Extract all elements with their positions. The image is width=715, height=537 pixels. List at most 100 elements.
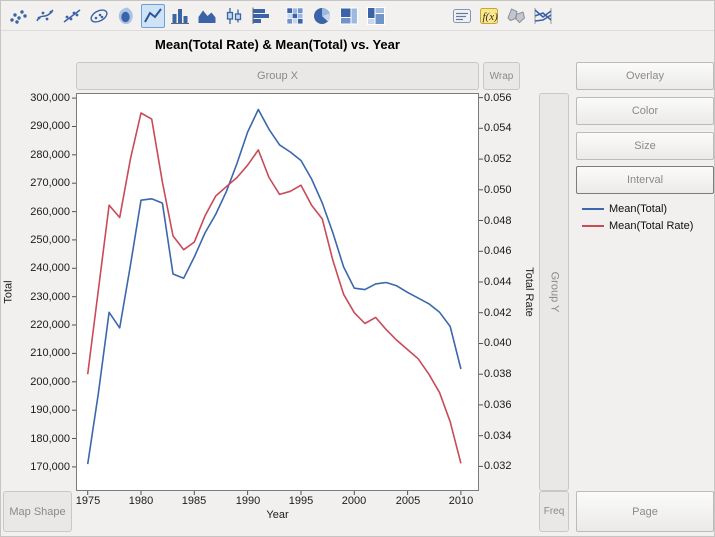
drop-zone-interval-label: Interval	[627, 174, 663, 186]
x-axis-tick-label: 1980	[121, 495, 161, 507]
graph-builder-window: f(x) Mean(Total Rate) & Mean(Total) vs. …	[0, 0, 715, 537]
toolbar-button-line-of-fit[interactable]	[60, 4, 84, 28]
y-axis-right-tick-label: 0.048	[484, 215, 524, 227]
toolbar-button-ellipse[interactable]	[87, 4, 111, 28]
toolbar-button-histogram[interactable]	[249, 4, 273, 28]
y-axis-left-tick-label: 180,000	[1, 433, 70, 445]
toolbar-group-1	[6, 4, 273, 28]
drop-zone-interval[interactable]: Interval	[576, 166, 714, 194]
drop-zone-map-shape-label: Map Shape	[9, 506, 65, 518]
y-axis-right-tick-label: 0.032	[484, 460, 524, 472]
y-axis-left-tick-label: 250,000	[1, 234, 70, 246]
x-axis-tick-label: 1995	[281, 495, 321, 507]
toolbar-button-contour[interactable]	[114, 4, 138, 28]
y-axis-right-title-text: Total Rate	[523, 267, 535, 317]
legend-label: Mean(Total Rate)	[609, 220, 693, 232]
parallel-icon	[532, 5, 554, 27]
area-icon	[196, 5, 218, 27]
chart-legend: Mean(Total) Mean(Total Rate)	[582, 201, 693, 233]
formula-icon: f(x)	[478, 5, 500, 27]
mosaic-icon	[365, 5, 387, 27]
histogram-icon	[250, 5, 272, 27]
x-axis-tick-label: 2000	[334, 495, 374, 507]
legend-line-swatch	[582, 208, 604, 210]
drop-zone-color-label: Color	[632, 105, 658, 117]
y-axis-left-tick-label: 170,000	[1, 461, 70, 473]
y-axis-right-tick-label: 0.042	[484, 307, 524, 319]
toolbar-group-2	[283, 4, 388, 28]
contour-icon	[115, 5, 137, 27]
drop-zone-group-x[interactable]: Group X	[76, 62, 479, 90]
x-axis-title: Year	[76, 509, 479, 521]
toolbar-button-caption-box[interactable]	[450, 4, 474, 28]
drop-zone-size-label: Size	[634, 140, 655, 152]
box-plot-icon	[223, 5, 245, 27]
toolbar-group-3: f(x)	[450, 4, 555, 28]
drop-zone-freq[interactable]: Freq	[539, 491, 569, 532]
x-axis-tick-label: 1985	[174, 495, 214, 507]
points-icon	[7, 5, 29, 27]
legend-label: Mean(Total)	[609, 203, 667, 215]
x-axis-tick-label: 2010	[441, 495, 481, 507]
smoother-icon	[34, 5, 56, 27]
element-palette-toolbar: f(x)	[1, 1, 714, 31]
drop-zone-wrap-label: Wrap	[490, 71, 514, 82]
ellipse-icon	[88, 5, 110, 27]
drop-zone-freq-label: Freq	[544, 506, 565, 517]
y-axis-left-tick-label: 220,000	[1, 319, 70, 331]
graph-title: Mean(Total Rate) & Mean(Total) vs. Year	[76, 37, 479, 52]
drop-zone-page[interactable]: Page	[576, 491, 714, 532]
drop-zone-color[interactable]: Color	[576, 97, 714, 125]
x-axis-tick-label: 1990	[228, 495, 268, 507]
toolbar-button-bar[interactable]	[168, 4, 192, 28]
drop-zone-wrap[interactable]: Wrap	[483, 62, 520, 90]
y-axis-right-tick-label: 0.038	[484, 368, 524, 380]
y-axis-left-tick-label: 300,000	[1, 92, 70, 104]
drop-zone-page-label: Page	[632, 506, 658, 518]
y-axis-right-tick-label: 0.050	[484, 184, 524, 196]
drop-zone-size[interactable]: Size	[576, 132, 714, 160]
toolbar-button-pie[interactable]	[310, 4, 334, 28]
drop-zone-group-y[interactable]: Group Y	[539, 93, 569, 491]
toolbar-button-mosaic[interactable]	[364, 4, 388, 28]
toolbar-button-area[interactable]	[195, 4, 219, 28]
toolbar-button-points[interactable]	[6, 4, 30, 28]
caption-box-icon	[451, 5, 473, 27]
toolbar-button-heatmap[interactable]	[283, 4, 307, 28]
drop-zone-overlay-label: Overlay	[626, 70, 664, 82]
drop-zone-group-x-label: Group X	[257, 70, 298, 82]
bar-icon	[169, 5, 191, 27]
drop-zone-map-shape[interactable]: Map Shape	[3, 491, 72, 532]
y-axis-left-tick-label: 290,000	[1, 120, 70, 132]
toolbar-button-line[interactable]	[141, 4, 165, 28]
y-axis-right-tick-label: 0.046	[484, 245, 524, 257]
toolbar-button-smoother[interactable]	[33, 4, 57, 28]
map-shapes-icon	[505, 5, 527, 27]
legend-item[interactable]: Mean(Total Rate)	[582, 218, 693, 233]
toolbar-button-formula[interactable]: f(x)	[477, 4, 501, 28]
y-axis-left-tick-label: 200,000	[1, 376, 70, 388]
line-of-fit-icon	[61, 5, 83, 27]
drop-zone-overlay[interactable]: Overlay	[576, 62, 714, 90]
svg-text:f(x): f(x)	[483, 11, 499, 23]
y-axis-right-tick-label: 0.040	[484, 337, 524, 349]
treemap-icon	[338, 5, 360, 27]
toolbar-button-parallel[interactable]	[531, 4, 555, 28]
y-axis-right-tick-label: 0.044	[484, 276, 524, 288]
toolbar-button-map-shapes[interactable]	[504, 4, 528, 28]
y-axis-right-tick-label: 0.052	[484, 153, 524, 165]
y-axis-right-tick-label: 0.054	[484, 122, 524, 134]
legend-item[interactable]: Mean(Total)	[582, 201, 693, 216]
y-axis-left-tick-label: 210,000	[1, 347, 70, 359]
chart-plot-area[interactable]	[76, 93, 479, 491]
legend-line-swatch	[582, 225, 604, 227]
toolbar-button-box-plot[interactable]	[222, 4, 246, 28]
y-axis-left-tick-label: 230,000	[1, 291, 70, 303]
y-axis-left-tick-label: 270,000	[1, 177, 70, 189]
y-axis-right-tick-label: 0.036	[484, 399, 524, 411]
y-axis-left-tick-label: 280,000	[1, 149, 70, 161]
line-icon	[142, 5, 164, 27]
toolbar-button-treemap[interactable]	[337, 4, 361, 28]
x-axis-tick-label: 2005	[388, 495, 428, 507]
y-axis-right-tick-label: 0.034	[484, 430, 524, 442]
